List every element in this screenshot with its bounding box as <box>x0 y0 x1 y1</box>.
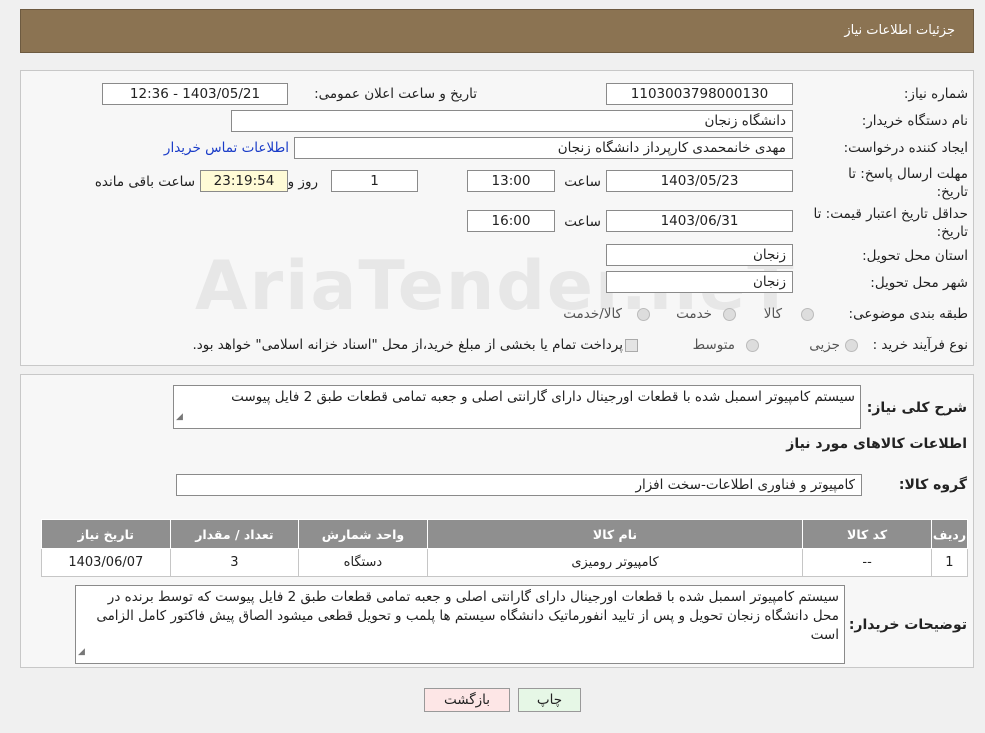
category-option-service: خدمت <box>676 306 712 322</box>
col-item-code: کد کالا <box>802 519 932 549</box>
deadline-time-field[interactable]: 13:00 <box>467 170 555 192</box>
cell-need-date: 1403/06/07 <box>41 548 171 577</box>
days-label: روز و <box>287 174 318 190</box>
page-header: جزئیات اطلاعات نیاز <box>20 9 974 53</box>
goods-group-field[interactable]: کامپیوتر و فناوری اطلاعات-سخت افزار <box>176 474 862 496</box>
process-note: پرداخت تمام یا بخشی از مبلغ خرید،از محل … <box>192 337 623 353</box>
category-label: طبقه بندی موضوعی: <box>848 306 968 322</box>
print-button[interactable]: چاپ <box>518 688 581 712</box>
process-radio-minor[interactable] <box>845 339 858 352</box>
resize-grip-icon[interactable]: ◢ <box>176 408 183 427</box>
province-label: استان محل تحویل: <box>862 248 968 264</box>
cell-quantity: 3 <box>169 548 300 577</box>
back-button[interactable]: بازگشت <box>424 688 510 712</box>
deadline-hour-label: ساعت <box>564 174 601 190</box>
province-field[interactable]: زنجان <box>606 244 793 266</box>
buyer-label: نام دستگاه خریدار: <box>861 113 968 129</box>
validity-date-field[interactable]: 1403/06/31 <box>606 210 793 232</box>
items-section-title: اطلاعات کالاهای مورد نیاز <box>786 436 967 452</box>
need-number-field[interactable]: 1103003798000130 <box>606 83 793 105</box>
creator-label: ایجاد کننده درخواست: <box>843 140 968 156</box>
days-field[interactable]: 1 <box>331 170 418 192</box>
creator-field[interactable]: مهدی خانمحمدی کارپرداز دانشگاه زنجان <box>294 137 793 159</box>
cell-item-name: کامپیوتر رومیزی <box>426 548 804 577</box>
col-item-name: نام کالا <box>426 519 804 549</box>
announce-label: تاریخ و ساعت اعلان عمومی: <box>314 86 477 102</box>
deadline-date-field[interactable]: 1403/05/23 <box>606 170 793 192</box>
buyer-notes-text: سیستم کامپیوتر اسمبل شده با قطعات اورجین… <box>96 589 839 643</box>
buyer-contact-link[interactable]: اطلاعات تماس خریدار <box>164 140 289 156</box>
process-option-medium: متوسط <box>692 337 735 353</box>
buyer-notes-textarea[interactable]: سیستم کامپیوتر اسمبل شده با قطعات اورجین… <box>75 585 845 664</box>
category-radio-both[interactable] <box>637 308 650 321</box>
category-radio-service[interactable] <box>723 308 736 321</box>
need-number-label: شماره نیاز: <box>903 86 968 102</box>
treasury-checkbox[interactable] <box>625 339 638 352</box>
process-label: نوع فرآیند خرید : <box>872 337 968 353</box>
col-need-date: تاریخ نیاز <box>41 519 171 549</box>
category-radio-goods[interactable] <box>801 308 814 321</box>
buyer-field[interactable]: دانشگاه زنجان <box>231 110 793 132</box>
page-title: جزئیات اطلاعات نیاز <box>844 23 955 38</box>
items-table: ردیف کد کالا نام کالا واحد شمارش تعداد /… <box>41 519 969 577</box>
deadline-label: مهلت ارسال پاسخ: تا <box>848 166 968 182</box>
table-row[interactable]: 1 -- کامپیوتر رومیزی دستگاه 3 1403/06/07 <box>41 548 969 577</box>
validity-hour-label: ساعت <box>564 214 601 230</box>
summary-text: سیستم کامپیوتر اسمبل شده با قطعات اورجین… <box>231 389 855 405</box>
goods-group-label: گروه کالا: <box>898 477 967 493</box>
buyer-notes-label: توضیحات خریدار: <box>848 617 967 633</box>
announce-field[interactable]: 1403/05/21 - 12:36 <box>102 83 288 105</box>
resize-grip-icon[interactable]: ◢ <box>78 643 85 662</box>
validity-label: حداقل تاریخ اعتبار قیمت: تا <box>813 206 968 222</box>
remaining-time-field: 23:19:54 <box>200 170 288 192</box>
cell-unit: دستگاه <box>298 548 428 577</box>
deadline-label-date: تاریخ: <box>936 184 968 200</box>
category-option-both: کالا/خدمت <box>563 306 622 322</box>
process-option-minor: جزیی <box>809 337 840 353</box>
summary-label: شرح کلی نیاز: <box>866 400 967 416</box>
validity-label-date: تاریخ: <box>936 224 968 240</box>
col-quantity: تعداد / مقدار <box>169 519 300 549</box>
city-field[interactable]: زنجان <box>606 271 793 293</box>
cell-item-code: -- <box>802 548 932 577</box>
col-unit: واحد شمارش <box>298 519 428 549</box>
table-header-row: ردیف کد کالا نام کالا واحد شمارش تعداد /… <box>41 519 969 549</box>
col-row-number: ردیف <box>930 519 969 549</box>
process-radio-medium[interactable] <box>746 339 759 352</box>
validity-time-field[interactable]: 16:00 <box>467 210 555 232</box>
summary-textarea[interactable]: سیستم کامپیوتر اسمبل شده با قطعات اورجین… <box>173 385 861 429</box>
city-label: شهر محل تحویل: <box>870 275 968 291</box>
remaining-label: ساعت باقی مانده <box>94 174 195 190</box>
cell-row-number: 1 <box>930 548 969 577</box>
category-option-goods: کالا <box>763 306 782 322</box>
